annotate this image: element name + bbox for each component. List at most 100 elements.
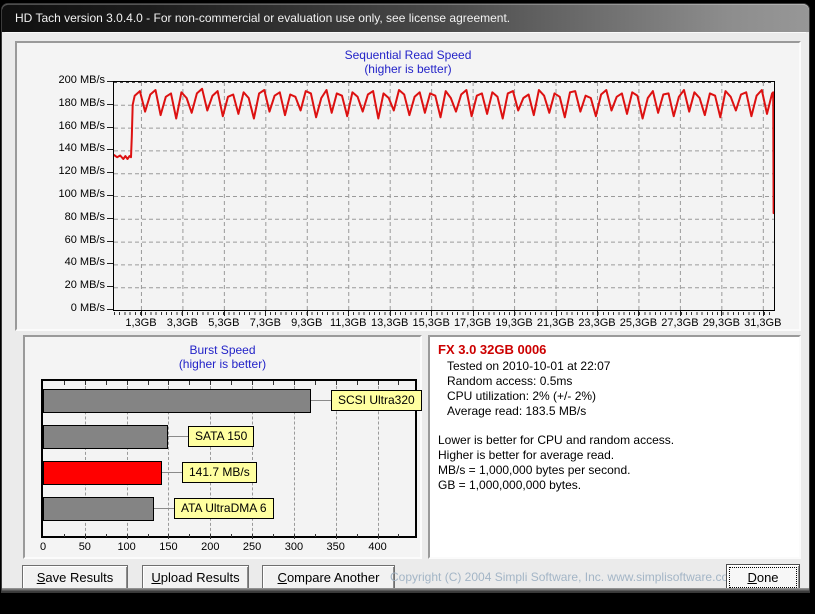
upload-label: pload Results — [161, 570, 240, 585]
titlebar[interactable]: HD Tach version 3.0.4.0 - For non-commer… — [2, 4, 809, 32]
burst-bottom-tick — [106, 534, 107, 537]
burst-plot: SCSI Ultra320SATA 150141.7 MB/sATA Ultra… — [41, 379, 417, 538]
drive-info-panel: FX 3.0 32GB 0006 Tested on 2010-10-01 at… — [428, 335, 801, 559]
y-axis-label: 160 MB/s — [19, 120, 105, 132]
burst-top-tick — [189, 381, 190, 385]
bar-label-connector — [168, 436, 188, 437]
burst-axis-label: 50 — [65, 541, 105, 553]
burst-bottom-tick — [127, 534, 128, 539]
sequential-svg — [114, 82, 774, 310]
drive-name: FX 3.0 32GB 0006 — [438, 342, 791, 357]
spacer — [438, 419, 791, 433]
y-axis-label: 20 MB/s — [19, 279, 105, 291]
burst-top-tick — [106, 381, 107, 385]
x-axis-tick — [514, 311, 515, 316]
burst-top-tick — [357, 381, 358, 385]
burst-bottom-tick — [252, 534, 253, 539]
x-axis-tick — [721, 311, 722, 316]
bar-label-tag: 141.7 MB/s — [182, 462, 257, 483]
y-axis-label: 120 MB/s — [19, 165, 105, 177]
burst-bottom-tick — [315, 534, 316, 537]
y-axis-tick — [107, 127, 113, 128]
burst-top-tick — [64, 381, 65, 385]
y-axis-tick — [107, 172, 113, 173]
bar-label-connector — [162, 472, 182, 473]
note-line: MB/s = 1,000,000 bytes per second. — [438, 463, 791, 478]
burst-top-tick — [210, 381, 211, 385]
y-axis-label: 100 MB/s — [19, 188, 105, 200]
tested-on-line: Tested on 2010-10-01 at 22:07 — [438, 359, 791, 374]
burst-top-tick — [398, 381, 399, 385]
burst-axis-label: 250 — [232, 541, 272, 553]
save-label: ave Results — [45, 570, 113, 585]
burst-top-tick — [85, 381, 86, 385]
burst-top-tick — [231, 381, 232, 385]
burst-bottom-tick — [378, 534, 379, 539]
y-axis-label: 40 MB/s — [19, 256, 105, 268]
burst-bar — [43, 425, 168, 449]
burst-top-tick — [336, 381, 337, 385]
y-axis-label: 200 MB/s — [19, 74, 105, 86]
burst-top-tick — [294, 381, 295, 385]
burst-top-tick — [315, 381, 316, 385]
x-axis-tick — [224, 311, 225, 316]
x-axis-tick — [390, 311, 391, 316]
x-axis-tick — [680, 311, 681, 316]
client-area: Sequential Read Speed (higher is better)… — [5, 32, 806, 588]
burst-bar — [43, 497, 154, 521]
x-axis-tick — [556, 311, 557, 316]
burst-bottom-tick — [231, 534, 232, 537]
burst-axis-label: 0 — [23, 541, 63, 553]
burst-top-tick — [127, 381, 128, 385]
sequential-chart-title: Sequential Read Speed — [17, 48, 799, 62]
done-label: one — [757, 570, 779, 585]
burst-top-tick — [148, 381, 149, 385]
burst-axis-label: 100 — [107, 541, 147, 553]
burst-top-tick — [273, 381, 274, 385]
x-axis-tick — [431, 311, 432, 316]
x-axis-tick — [597, 311, 598, 316]
y-axis-tick — [107, 263, 113, 264]
x-axis-tick — [265, 311, 266, 316]
y-axis-tick — [107, 104, 113, 105]
cpu-utilization-line: CPU utilization: 2% (+/- 2%) — [438, 389, 791, 404]
burst-chart-subtitle: (higher is better) — [25, 357, 420, 371]
x-axis-tick — [473, 311, 474, 316]
burst-bottom-tick — [336, 534, 337, 539]
burst-top-tick — [378, 381, 379, 385]
burst-bottom-tick — [168, 534, 169, 539]
bar-label-connector — [311, 400, 331, 401]
x-axis-label: 31,3GB — [733, 317, 793, 329]
x-axis-tick — [307, 311, 308, 316]
y-axis-tick — [107, 218, 113, 219]
burst-bottom-tick — [189, 534, 190, 537]
done-mnemonic: D — [747, 570, 756, 585]
note-line: Lower is better for CPU and random acces… — [438, 433, 791, 448]
burst-chart-title: Burst Speed — [25, 343, 420, 357]
burst-axis-label: 350 — [316, 541, 356, 553]
burst-axis-label: 200 — [190, 541, 230, 553]
window-bottom-edge — [2, 588, 809, 592]
burst-bottom-tick — [273, 534, 274, 537]
burst-bar — [43, 461, 162, 485]
bar-label-connector — [154, 508, 174, 509]
y-axis-label: 80 MB/s — [19, 211, 105, 223]
hdtach-window: HD Tach version 3.0.4.0 - For non-commer… — [1, 3, 810, 593]
sequential-plot — [113, 81, 775, 311]
y-axis-label: 0 MB/s — [19, 302, 105, 314]
burst-bottom-tick — [357, 534, 358, 537]
y-axis-label: 180 MB/s — [19, 97, 105, 109]
burst-bottom-tick — [398, 534, 399, 537]
copyright-text: Copyright (C) 2004 Simpli Software, Inc.… — [390, 570, 720, 584]
burst-bottom-tick — [148, 534, 149, 537]
note-line: GB = 1,000,000,000 bytes. — [438, 478, 791, 493]
burst-bottom-tick — [85, 534, 86, 539]
burst-axis-label: 150 — [148, 541, 188, 553]
done-button[interactable]: Done — [726, 564, 800, 591]
y-axis-tick — [107, 149, 113, 150]
bar-label-tag: SCSI Ultra320 — [331, 390, 422, 411]
y-axis-label: 140 MB/s — [19, 142, 105, 154]
y-axis-tick — [107, 286, 113, 287]
y-axis-label: 60 MB/s — [19, 234, 105, 246]
x-axis-tick — [182, 311, 183, 316]
